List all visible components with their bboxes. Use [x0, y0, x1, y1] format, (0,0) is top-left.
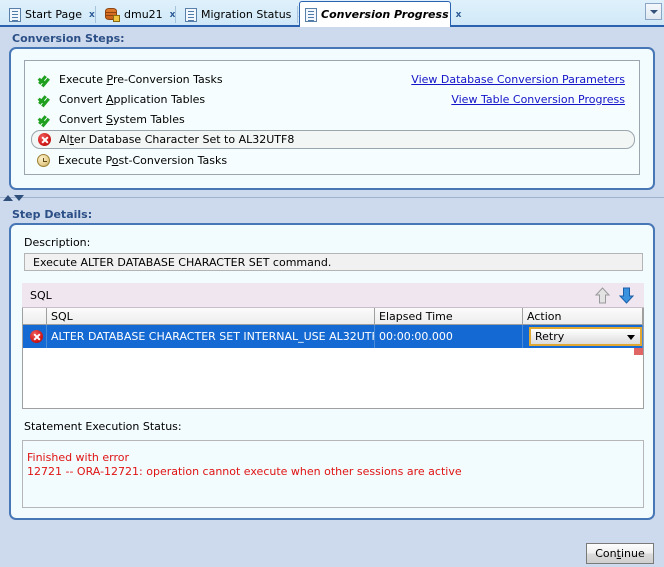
tab-label: Migration Status: [201, 8, 291, 21]
action-select[interactable]: Retry: [529, 327, 642, 346]
sql-statements-table: SQL Elapsed Time Action ALTER DATABASE C…: [22, 308, 644, 409]
tab-label: Start Page: [25, 8, 82, 21]
red-error-icon: [30, 330, 43, 343]
tab-overflow-button[interactable]: [645, 3, 662, 20]
statement-execution-status-label: Statement Execution Status:: [24, 420, 182, 433]
column-header-sql[interactable]: SQL: [47, 308, 375, 324]
status-line: 12721 -- ORA-12721: operation cannot exe…: [27, 465, 637, 479]
step-convert-system-tables[interactable]: Convert System Tables: [31, 110, 635, 129]
table-row[interactable]: ALTER DATABASE CHARACTER SET INTERNAL_US…: [23, 325, 643, 348]
step-details-panel: Description: Execute ALTER DATABASE CHAR…: [9, 223, 655, 520]
tab-label: Conversion Progress: [321, 8, 449, 21]
description-value: Execute ALTER DATABASE CHARACTER SET com…: [24, 253, 643, 271]
splitter-line: [0, 197, 664, 198]
column-header-action[interactable]: Action: [523, 308, 643, 324]
status-line: Finished with error: [27, 451, 637, 465]
green-check-icon: [37, 74, 51, 86]
description-label: Description:: [24, 236, 90, 249]
sql-toolbar-label: SQL: [30, 289, 52, 302]
application-window: Start Page x dmu21 x Migration Status x …: [0, 0, 664, 567]
document-icon: [9, 8, 21, 22]
clock-pending-icon: [37, 154, 50, 167]
editor-tab-bar: Start Page x dmu21 x Migration Status x …: [0, 0, 664, 27]
tab-dmu21[interactable]: dmu21 x: [100, 2, 176, 27]
step-alter-database-character-set[interactable]: Alter Database Character Set to AL32UTF8: [31, 130, 635, 149]
step-details-label: Step Details:: [12, 208, 92, 221]
statement-execution-status-box: Finished with error 12721 -- ORA-12721: …: [22, 440, 644, 508]
tab-close-icon[interactable]: x: [89, 10, 95, 20]
splitter-collapse-down-icon[interactable]: [14, 195, 24, 201]
tab-label: dmu21: [124, 8, 163, 21]
step-label: Execute Post-Conversion Tasks: [58, 154, 227, 167]
document-icon: [185, 8, 197, 22]
chevron-down-icon: [627, 335, 635, 340]
link-view-table-conversion-progress[interactable]: View Table Conversion Progress: [451, 93, 625, 106]
tab-close-icon[interactable]: x: [170, 10, 176, 20]
document-icon: [305, 8, 317, 22]
arrow-up-icon[interactable]: [593, 286, 612, 305]
tab-migration-status[interactable]: Migration Status x: [180, 2, 298, 27]
chevron-down-icon: [650, 10, 658, 14]
database-connection-icon: [105, 8, 120, 22]
column-header-elapsed-time[interactable]: Elapsed Time: [375, 308, 523, 324]
row-status-cell: [23, 325, 47, 348]
row-elapsed-time-cell: 00:00:00.000: [375, 325, 523, 348]
continue-button[interactable]: Continue: [586, 543, 654, 564]
error-row-marker: [634, 348, 643, 355]
green-check-icon: [37, 94, 51, 106]
conversion-steps-list: Execute Pre-Conversion Tasks Convert App…: [24, 60, 640, 175]
red-error-icon: [38, 133, 51, 146]
column-header-status[interactable]: [23, 308, 47, 324]
arrow-down-icon[interactable]: [617, 286, 636, 305]
step-label: Alter Database Character Set to AL32UTF8: [59, 133, 294, 146]
step-execute-post-conversion-tasks[interactable]: Execute Post-Conversion Tasks: [31, 151, 635, 170]
green-check-icon: [37, 114, 51, 126]
splitter-collapse-up-icon[interactable]: [3, 195, 13, 201]
sql-toolbar: SQL: [22, 283, 644, 308]
tab-start-page[interactable]: Start Page x: [4, 2, 96, 27]
step-label: Convert System Tables: [59, 113, 185, 126]
row-sql-cell: ALTER DATABASE CHARACTER SET INTERNAL_US…: [47, 325, 375, 348]
tab-close-icon[interactable]: x: [456, 10, 462, 20]
action-select-value: Retry: [531, 330, 564, 343]
link-view-database-conversion-parameters[interactable]: View Database Conversion Parameters: [411, 73, 625, 86]
tab-conversion-progress[interactable]: Conversion Progress x: [299, 1, 451, 27]
panel-splitter[interactable]: [0, 193, 664, 204]
continue-button-label: Continue: [595, 547, 645, 560]
conversion-steps-label: Conversion Steps:: [12, 32, 125, 45]
row-action-cell: Retry: [523, 325, 643, 348]
table-header-row: SQL Elapsed Time Action: [23, 308, 643, 325]
step-label: Execute Pre-Conversion Tasks: [59, 73, 223, 86]
conversion-steps-panel: Execute Pre-Conversion Tasks Convert App…: [9, 47, 655, 190]
step-label: Convert Application Tables: [59, 93, 205, 106]
